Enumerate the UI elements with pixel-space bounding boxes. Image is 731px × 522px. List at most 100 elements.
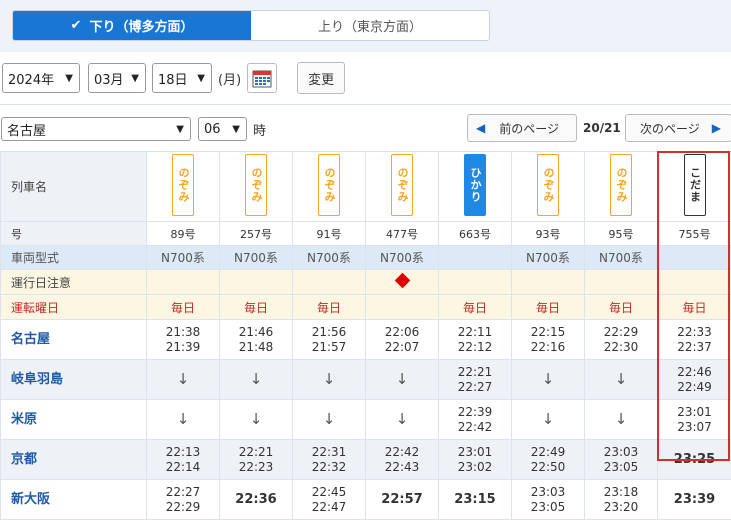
time-cell: ↓	[292, 359, 366, 400]
arrival-time: 22:21	[457, 364, 493, 379]
arrival-time: 22:39	[457, 404, 493, 419]
arrival-time: 21:38	[165, 324, 201, 339]
train-type-badge[interactable]: のぞみ	[610, 154, 632, 216]
divider	[0, 104, 731, 105]
time-cell: 22:31 22:32	[292, 439, 366, 480]
train-number-cell: 477号	[365, 221, 439, 246]
pass-arrow-icon: ↓	[395, 409, 409, 428]
time-cell: 23:15	[438, 479, 512, 520]
pass-arrow-icon: ↓	[176, 369, 190, 388]
pass-arrow-icon: ↓	[541, 409, 555, 428]
operating-days-cell	[365, 294, 439, 320]
departure-time: 22:12	[457, 339, 493, 354]
time-cell: ↓	[365, 359, 439, 400]
arrival-time: 23:39	[673, 492, 716, 507]
train-type-badge[interactable]: のぞみ	[537, 154, 559, 216]
train-type-badge[interactable]: のぞみ	[318, 154, 340, 216]
train-number-cell: 755号	[657, 221, 731, 246]
departure-time: 21:39	[165, 339, 201, 354]
arrival-time: 23:15	[454, 492, 496, 507]
month-select[interactable]: 03月 ▼	[88, 63, 146, 93]
arrival-time: 23:25	[673, 452, 716, 467]
row-header: 号	[0, 221, 147, 246]
train-type-badge[interactable]: のぞみ	[391, 154, 413, 216]
prev-page-button[interactable]: ◀ 前のページ	[467, 114, 577, 142]
time-cell: 23:39	[657, 479, 731, 520]
station-name-link[interactable]: 新大阪	[0, 479, 147, 520]
station-row: 米原 ↓ ↓ ↓ ↓ 22:39 22:42 ↓ ↓ 23:01 23:07	[0, 399, 731, 440]
car-type-cell: N700系	[219, 245, 293, 270]
train-type-badge[interactable]: のぞみ	[172, 154, 194, 216]
time-cell: 22:21 22:27	[438, 359, 512, 400]
weekday-label: (月)	[218, 72, 242, 88]
date-row: 2024年 ▼ 03月 ▼ 18日 ▼ (月) 変更	[0, 62, 346, 94]
train-name-cell: こだま	[657, 151, 731, 222]
calendar-button[interactable]	[247, 63, 278, 93]
train-type-badge[interactable]: こだま	[683, 154, 706, 216]
year-select[interactable]: 2024年 ▼	[2, 63, 80, 93]
train-name-cell: のぞみ	[511, 151, 585, 222]
arrival-time: 22:49	[530, 444, 566, 459]
train-type-badge[interactable]: のぞみ	[245, 154, 267, 216]
train-name-cell: のぞみ	[146, 151, 220, 222]
arrival-time: 21:46	[238, 324, 274, 339]
time-cell: ↓	[292, 399, 366, 440]
time-cell: ↓	[511, 359, 585, 400]
departure-time: 23:05	[603, 459, 639, 474]
diamond-icon[interactable]	[394, 272, 410, 289]
next-page-button[interactable]: 次のページ ▶	[625, 114, 731, 142]
row-header: 列車名	[0, 151, 147, 222]
departure-time: 21:48	[238, 339, 274, 354]
station-select[interactable]: 名古屋 ▼	[1, 117, 191, 141]
departure-time: 22:32	[311, 459, 347, 474]
change-date-button[interactable]: 変更	[297, 62, 346, 94]
train-name-row: 列車名 のぞみ のぞみ のぞみ のぞみ ひかり のぞみ のぞみ こだま	[0, 151, 731, 222]
time-cell: 22:45 22:47	[292, 479, 366, 520]
train-name-cell: のぞみ	[584, 151, 658, 222]
notice-cell	[219, 269, 293, 295]
arrival-time: 22:15	[530, 324, 566, 339]
direction-up-button[interactable]: 上り（東京方面）	[251, 11, 489, 40]
hour-suffix: 時	[253, 123, 267, 139]
time-cell: 22:49 22:50	[511, 439, 585, 480]
station-name-link[interactable]: 名古屋	[0, 319, 147, 360]
time-cell: 23:01 23:07	[657, 399, 731, 440]
time-cell: ↓	[146, 399, 220, 440]
arrival-time: 23:03	[530, 484, 566, 499]
station-row: 名古屋 21:38 21:39 21:46 21:48 21:56 21:57 22:06 22…	[0, 319, 731, 360]
hour-select[interactable]: 06 ▼	[198, 117, 247, 141]
time-cell: ↓	[219, 399, 293, 440]
time-cell: 22:42 22:43	[365, 439, 439, 480]
notice-cell	[584, 269, 658, 295]
time-cell: ↓	[511, 399, 585, 440]
arrival-time: 23:03	[603, 444, 639, 459]
station-name-link[interactable]: 京都	[0, 439, 147, 480]
chevron-down-icon: ▼	[131, 72, 139, 84]
arrival-time: 22:36	[235, 492, 277, 507]
departure-time: 22:49	[677, 379, 712, 394]
direction-down-button[interactable]: ✔ 下り（博多方面）	[13, 11, 251, 40]
operating-days-cell: 毎日	[584, 294, 658, 320]
car-type-cell	[438, 245, 512, 270]
station-name-link[interactable]: 岐阜羽島	[0, 359, 147, 400]
train-type-badge[interactable]: ひかり	[464, 154, 486, 216]
time-cell: 22:21 22:23	[219, 439, 293, 480]
time-cell: 22:57	[365, 479, 439, 520]
train-number-cell: 93号	[511, 221, 585, 246]
arrival-time: 22:06	[384, 324, 420, 339]
day-select[interactable]: 18日 ▼	[152, 63, 212, 93]
arrival-time: 23:01	[457, 444, 493, 459]
pass-arrow-icon: ↓	[614, 369, 628, 388]
chevron-down-icon: ▼	[176, 123, 184, 135]
operating-days-row: 運転曜日 毎日 毎日 毎日 毎日 毎日 毎日 毎日	[0, 294, 731, 320]
time-cell: 22:33 22:37	[657, 319, 731, 360]
arrival-time: 22:31	[311, 444, 347, 459]
arrival-time: 22:45	[311, 484, 347, 499]
arrival-time: 23:18	[603, 484, 639, 499]
car-type-cell: N700系	[292, 245, 366, 270]
operating-days-cell: 毎日	[511, 294, 585, 320]
time-cell: 21:38 21:39	[146, 319, 220, 360]
car-type-cell	[657, 245, 731, 270]
pass-arrow-icon: ↓	[322, 369, 336, 388]
station-name-link[interactable]: 米原	[0, 399, 147, 440]
